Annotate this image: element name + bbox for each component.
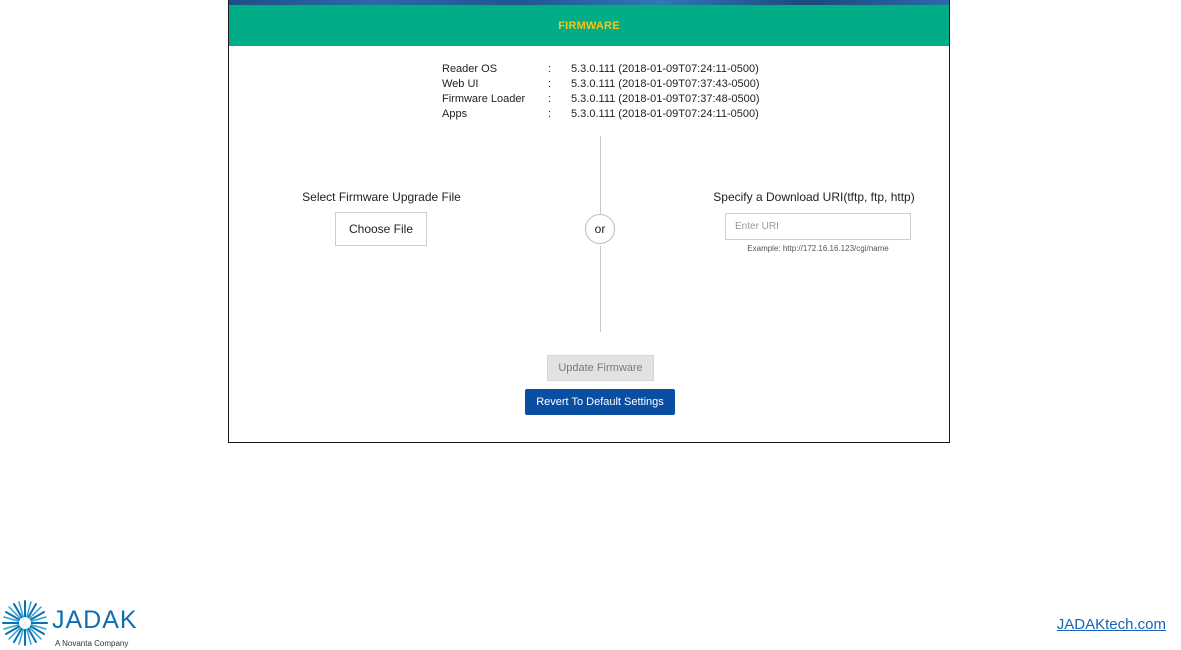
version-label: Web UI: [442, 78, 479, 90]
update-firmware-button[interactable]: Update Firmware: [547, 355, 654, 381]
firmware-panel: FIRMWARE Reader OS : 5.3.0.111 (2018-01-…: [228, 0, 950, 443]
brand-name: JADAK: [52, 606, 138, 634]
version-list: Reader OS : 5.3.0.111 (2018-01-09T07:24:…: [442, 62, 760, 122]
revert-default-settings-button[interactable]: Revert To Default Settings: [525, 389, 675, 415]
jadak-website-link[interactable]: JADAKtech.com: [1057, 616, 1166, 633]
version-value: 5.3.0.111 (2018-01-09T07:37:43-0500): [571, 78, 760, 90]
download-uri-input[interactable]: [725, 213, 911, 240]
version-separator: :: [548, 78, 552, 90]
or-separator: or: [585, 214, 615, 244]
version-separator: :: [548, 93, 552, 105]
version-value: 5.3.0.111 (2018-01-09T07:37:48-0500): [571, 93, 760, 105]
version-label: Apps: [442, 108, 468, 120]
starburst-logo-icon: [2, 600, 48, 646]
panel-header: FIRMWARE: [229, 5, 949, 46]
download-uri-label: Specify a Download URI(tftp, ftp, http): [713, 190, 915, 204]
vertical-divider-bottom: [600, 246, 601, 332]
vertical-divider-top: [600, 136, 601, 214]
version-separator: :: [548, 63, 552, 75]
uri-example-hint: Example: http://172.16.16.123/cgi/name: [747, 244, 889, 253]
version-label: Reader OS: [442, 63, 498, 75]
version-separator: :: [548, 108, 552, 120]
version-label: Firmware Loader: [442, 93, 526, 105]
upload-file-label: Select Firmware Upgrade File: [302, 190, 461, 204]
version-row: Firmware Loader : 5.3.0.111 (2018-01-09T…: [442, 92, 760, 107]
panel-title: FIRMWARE: [558, 19, 620, 32]
version-value: 5.3.0.111 (2018-01-09T07:24:11-0500): [571, 63, 759, 75]
version-value: 5.3.0.111 (2018-01-09T07:24:11-0500): [571, 108, 759, 120]
version-row: Web UI : 5.3.0.111 (2018-01-09T07:37:43-…: [442, 77, 760, 92]
version-row: Reader OS : 5.3.0.111 (2018-01-09T07:24:…: [442, 62, 760, 77]
brand-tagline: A Novanta Company: [55, 639, 129, 648]
version-row: Apps : 5.3.0.111 (2018-01-09T07:24:11-05…: [442, 107, 760, 122]
choose-file-button[interactable]: Choose File: [335, 212, 427, 246]
slide: FIRMWARE Reader OS : 5.3.0.111 (2018-01-…: [0, 0, 1181, 650]
jadak-logo: JADAK A Novanta Company: [0, 598, 160, 650]
